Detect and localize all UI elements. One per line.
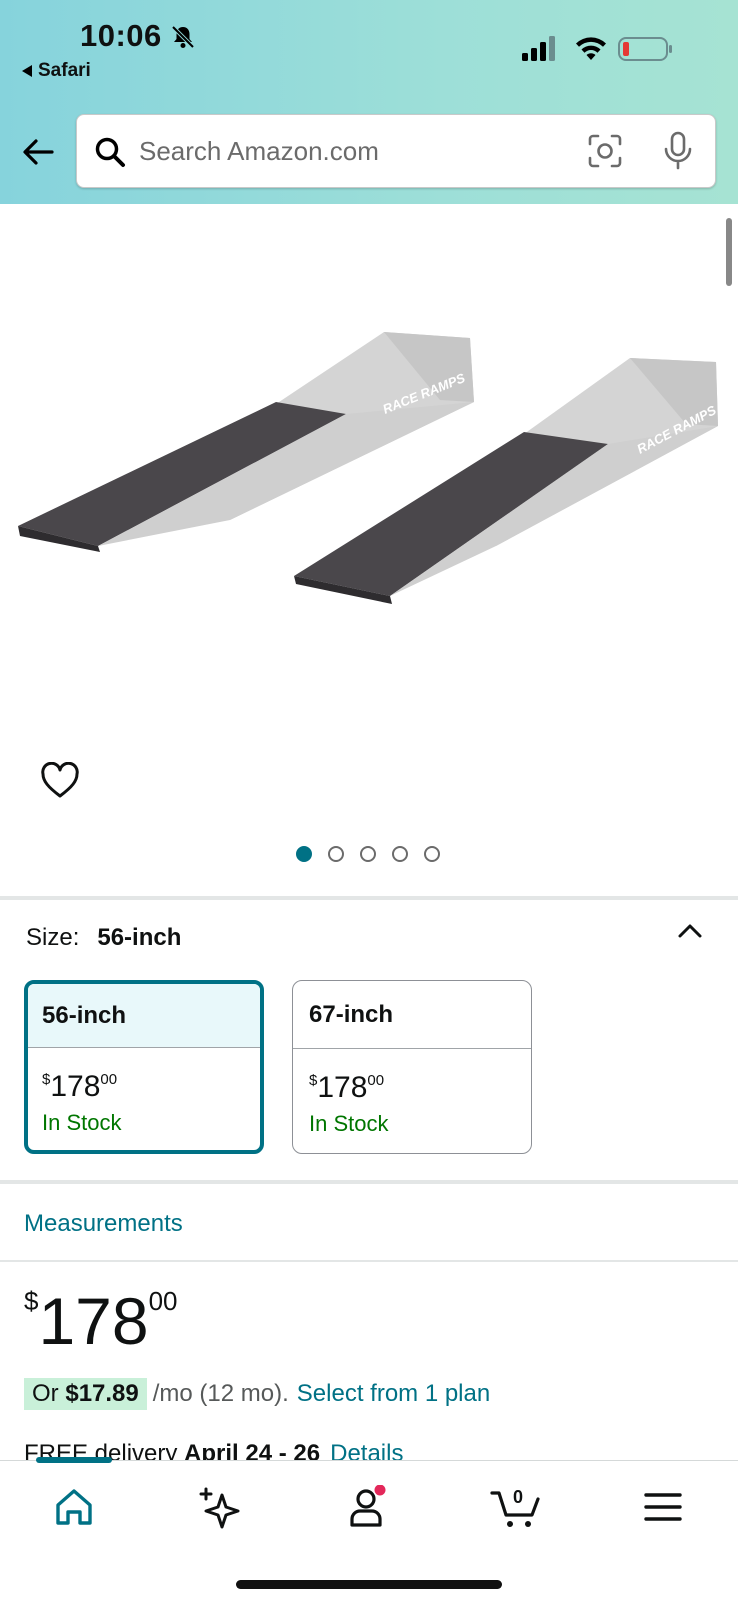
size-selector-header: Size: 56-inch bbox=[26, 924, 181, 952]
app-header: 10:06 Safari bbox=[0, 0, 738, 204]
pagination-dot[interactable] bbox=[424, 846, 440, 862]
size-selected-value: 56-inch bbox=[97, 924, 182, 951]
cart-count: 0 bbox=[513, 1487, 523, 1507]
bell-off-icon bbox=[171, 25, 195, 49]
back-triangle-icon bbox=[22, 65, 32, 77]
home-indicator bbox=[236, 1580, 502, 1589]
size-option-availability: In Stock bbox=[309, 1111, 389, 1136]
cellular-signal-icon bbox=[522, 36, 555, 61]
scrollbar-thumb[interactable] bbox=[726, 218, 732, 286]
battery-icon bbox=[618, 37, 672, 61]
size-option-price: $17800 bbox=[309, 1071, 385, 1104]
notification-dot bbox=[374, 1485, 386, 1496]
size-option-67-inch[interactable]: 67-inch $17800 In Stock bbox=[292, 980, 532, 1154]
search-input[interactable] bbox=[139, 115, 559, 187]
active-tab-indicator bbox=[36, 1457, 112, 1463]
home-icon[interactable] bbox=[50, 1485, 98, 1529]
image-pagination-dots[interactable] bbox=[296, 846, 440, 862]
section-divider bbox=[0, 1260, 738, 1262]
pagination-dot[interactable] bbox=[328, 846, 344, 862]
wifi-icon bbox=[576, 37, 606, 60]
measurements-link[interactable]: Measurements bbox=[24, 1210, 183, 1238]
installment-offer: Or $17.89 /mo (12 mo). Select from 1 pla… bbox=[24, 1378, 490, 1410]
select-plan-link[interactable]: Select from 1 plan bbox=[297, 1380, 490, 1408]
product-image-gallery[interactable]: RACE RAMPS RACE RAMPS bbox=[0, 204, 738, 896]
product-image-ramps: RACE RAMPS RACE RAMPS bbox=[18, 332, 719, 604]
section-divider bbox=[0, 1180, 738, 1184]
menu-icon[interactable] bbox=[640, 1485, 688, 1529]
wishlist-heart-icon[interactable] bbox=[40, 762, 80, 800]
bottom-navigation: 0 bbox=[0, 1457, 738, 1600]
section-divider bbox=[0, 896, 738, 900]
size-option-price: $17800 bbox=[42, 1070, 118, 1103]
account-icon[interactable] bbox=[344, 1485, 392, 1529]
microphone-icon[interactable] bbox=[663, 131, 693, 171]
size-label: Size: bbox=[26, 924, 80, 951]
cart-icon[interactable]: 0 bbox=[490, 1485, 544, 1529]
search-icon bbox=[95, 137, 125, 167]
camera-search-icon[interactable] bbox=[587, 133, 623, 169]
status-time: 10:06 bbox=[80, 18, 162, 53]
back-to-safari-link[interactable]: Safari bbox=[22, 60, 91, 82]
size-option-name: 56-inch bbox=[28, 984, 260, 1048]
pagination-dot[interactable] bbox=[392, 846, 408, 862]
product-price: $17800 bbox=[24, 1284, 178, 1358]
pagination-dot[interactable] bbox=[296, 846, 312, 862]
sparkle-icon[interactable] bbox=[196, 1485, 244, 1529]
installment-pill: Or $17.89 bbox=[24, 1378, 147, 1410]
size-option-56-inch[interactable]: 56-inch $17800 In Stock bbox=[24, 980, 264, 1154]
pagination-dot[interactable] bbox=[360, 846, 376, 862]
size-option-name: 67-inch bbox=[293, 981, 531, 1049]
back-app-label: Safari bbox=[38, 60, 91, 81]
size-option-availability: In Stock bbox=[42, 1110, 122, 1135]
search-bar[interactable] bbox=[76, 114, 716, 188]
installment-terms: /mo (12 mo). bbox=[152, 1380, 289, 1407]
chevron-up-icon[interactable] bbox=[676, 920, 704, 940]
back-arrow-icon[interactable] bbox=[20, 134, 56, 170]
